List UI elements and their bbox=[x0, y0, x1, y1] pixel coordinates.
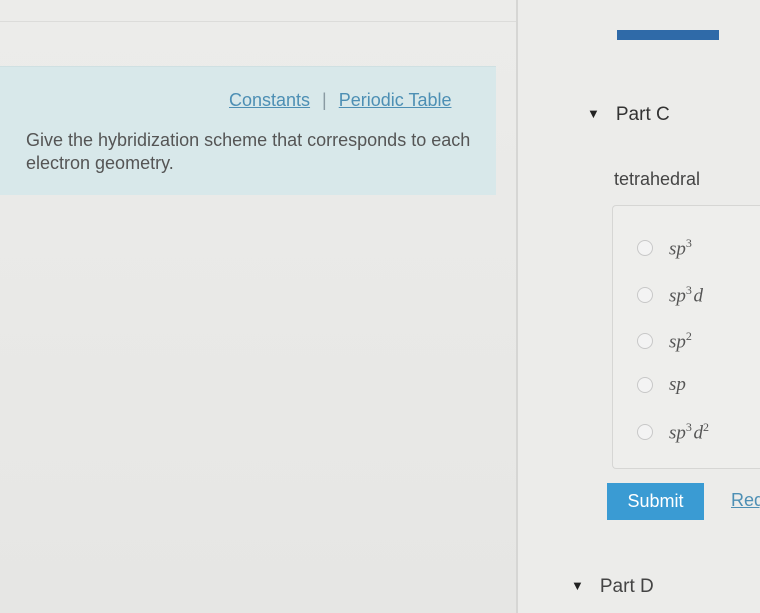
option-label: sp3 d2 bbox=[669, 420, 709, 444]
radio-button[interactable] bbox=[637, 424, 653, 441]
option-label: sp3 d bbox=[669, 283, 703, 307]
part-d-title: Part D bbox=[599, 576, 654, 597]
question-prompt: Give the hybridization scheme that corre… bbox=[26, 130, 471, 173]
top-accent-bar bbox=[617, 30, 719, 40]
option-sp2[interactable]: sp2 bbox=[637, 329, 692, 353]
request-answer-link[interactable]: Req bbox=[731, 490, 760, 511]
option-label: sp2 bbox=[669, 329, 692, 353]
option-label: sp bbox=[669, 374, 686, 395]
option-sp[interactable]: sp bbox=[637, 374, 686, 396]
radio-button[interactable] bbox=[637, 377, 653, 393]
radio-button[interactable] bbox=[637, 240, 653, 257]
radio-button[interactable] bbox=[637, 333, 653, 350]
part-c-header[interactable]: ▼ Part C bbox=[587, 104, 670, 126]
part-c-title: Part C bbox=[615, 104, 670, 125]
answer-options: sp3 sp3 d sp2 sp sp3 d2 bbox=[612, 205, 760, 469]
option-sp3d2[interactable]: sp3 d2 bbox=[637, 420, 709, 444]
resource-links: Constants | Periodic Table bbox=[229, 90, 451, 111]
part-d-header[interactable]: ▼ Part D bbox=[571, 576, 654, 598]
submit-button[interactable]: Submit bbox=[607, 483, 704, 520]
collapse-triangle-icon: ▼ bbox=[571, 578, 584, 593]
periodic-table-link[interactable]: Periodic Table bbox=[339, 90, 452, 110]
option-sp3d[interactable]: sp3 d bbox=[637, 283, 703, 307]
collapse-triangle-icon: ▼ bbox=[587, 106, 600, 121]
option-label: sp3 bbox=[669, 236, 692, 260]
constants-link[interactable]: Constants bbox=[229, 90, 310, 110]
radio-button[interactable] bbox=[637, 287, 653, 304]
option-sp3[interactable]: sp3 bbox=[637, 236, 692, 260]
link-separator: | bbox=[322, 90, 327, 110]
part-c-question: tetrahedral bbox=[614, 169, 701, 189]
top-divider bbox=[0, 21, 516, 22]
